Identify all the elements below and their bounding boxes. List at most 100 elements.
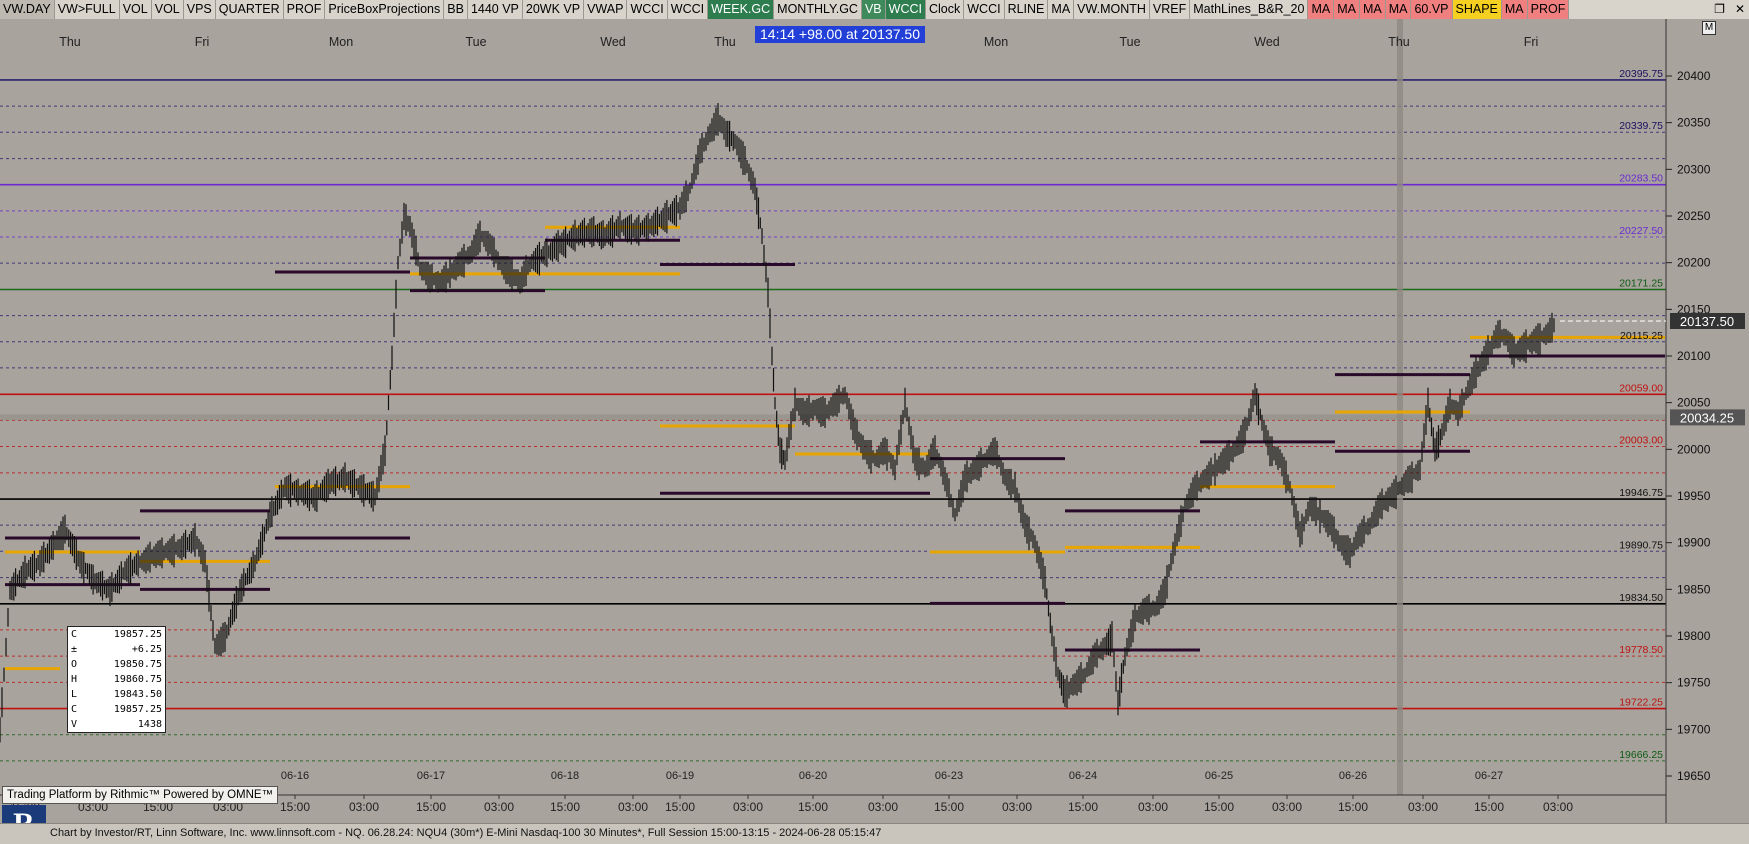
toolbar-item[interactable]: VREF (1150, 0, 1191, 19)
toolbar-item[interactable]: VOL (120, 0, 152, 19)
date-label: 06-20 (799, 770, 827, 782)
date-label: 06-25 (1205, 770, 1233, 782)
indicator-toolbar: VW.DAY VW>FULL VOL VOL VPS QUARTER PROF PriceBo… (0, 0, 1749, 20)
date-label: 06-18 (551, 770, 579, 782)
last-change-label: 14:14 +98.00 at 20137.50 (755, 26, 925, 43)
y-tick-label: 20200 (1677, 256, 1711, 270)
ohlc-value: 19857.25 (113, 629, 162, 640)
ohlc-row: H 19860.75 (68, 672, 165, 687)
ohlc-row: V 1438 (68, 717, 165, 732)
level-label: 20395.75 (1619, 68, 1663, 80)
toolbar-item[interactable]: VPS (184, 0, 216, 19)
toolbar-item[interactable]: VW>FULL (55, 0, 120, 19)
day-label: Wed (1254, 35, 1280, 49)
time-label: 15:00 (798, 800, 828, 814)
ohlc-key: O (71, 659, 78, 670)
plot-background (0, 19, 1666, 823)
day-label: Fri (1524, 35, 1539, 49)
toolbar-item[interactable]: MA (1308, 0, 1335, 19)
ohlc-data-box: C 19857.25 ± +6.25 O 19850.75 H 19860.75 L 19843.… (67, 626, 166, 733)
ohlc-row: C 19857.25 (68, 702, 165, 717)
toolbar-item[interactable]: MONTHLY.GC (774, 0, 862, 19)
price-chart: 19650 19700 19750 19800 19850 19900 19950 20000… (0, 19, 1749, 823)
date-label: 06-27 (1475, 770, 1503, 782)
y-tick-label: 19750 (1677, 676, 1711, 690)
y-tick-label: 20350 (1677, 116, 1711, 130)
y-tick-label: 19850 (1677, 582, 1711, 596)
session-marker (1397, 19, 1403, 795)
time-label: 03:00 (349, 800, 379, 814)
toolbar-item[interactable]: PriceBoxProjections (325, 0, 445, 19)
toolbar-item[interactable]: QUARTER (216, 0, 284, 19)
close-icon[interactable]: ✕ (1735, 0, 1745, 19)
ohlc-row: O 19850.75 (68, 657, 165, 672)
time-label: 15:00 (1204, 800, 1234, 814)
toolbar-item[interactable]: VW.MONTH (1074, 0, 1150, 19)
toolbar-item[interactable]: MA (1048, 0, 1075, 19)
time-label: 15:00 (665, 800, 695, 814)
day-label: Wed (600, 35, 626, 49)
toolbar-item[interactable]: Clock (926, 0, 965, 19)
time-label: 15:00 (550, 800, 580, 814)
toolbar-item[interactable]: MA (1334, 0, 1360, 19)
ohlc-value: 19860.75 (113, 674, 162, 685)
date-label: 06-24 (1069, 770, 1097, 782)
day-label: Thu (59, 35, 81, 49)
toolbar-item[interactable]: MathLines_B&R_20 (1190, 0, 1309, 19)
toolbar-item[interactable]: VW.DAY (0, 0, 55, 19)
level-label: 19778.50 (1619, 644, 1663, 656)
toolbar-item[interactable]: WCCI (627, 0, 668, 19)
toolbar-item[interactable]: 20WK VP (523, 0, 585, 19)
day-label: Fri (195, 35, 210, 49)
toolbar-item[interactable]: MA (1501, 0, 1528, 19)
toolbar-item[interactable]: VWAP (584, 0, 628, 19)
toolbar-item[interactable]: WEEK.GC (708, 0, 775, 19)
time-label: 03:00 (1272, 800, 1302, 814)
ohlc-value: 19843.50 (113, 689, 162, 700)
m-badge[interactable]: M (1702, 21, 1716, 35)
time-label: 03:00 (1138, 800, 1168, 814)
ohlc-key: L (71, 689, 78, 700)
toolbar-item[interactable]: SHAPE (1452, 0, 1502, 19)
y-tick-label: 19700 (1677, 722, 1711, 736)
time-label: 03:00 (733, 800, 763, 814)
y-tick-label: 19800 (1677, 629, 1711, 643)
ohlc-key: H (71, 674, 78, 685)
day-label: Tue (1119, 35, 1140, 49)
restore-icon[interactable]: ❐ (1714, 0, 1725, 19)
ohlc-key: ± (71, 644, 78, 655)
level-label: 20283.50 (1619, 173, 1663, 185)
time-label: 03:00 (618, 800, 648, 814)
ohlc-value: 1438 (137, 719, 162, 730)
toolbar-item[interactable]: WCCI (885, 0, 926, 19)
y-tick-label: 20250 (1677, 209, 1711, 223)
day-label: Thu (714, 35, 736, 49)
toolbar-item[interactable]: RLINE (1005, 0, 1049, 19)
toolbar-item[interactable]: MA (1359, 0, 1386, 19)
toolbar-item[interactable]: VB (861, 0, 886, 19)
time-label: 03:00 (1002, 800, 1032, 814)
level-label: 19666.25 (1619, 749, 1663, 761)
toolbar-item[interactable]: PROF (1527, 0, 1570, 19)
time-label: 03:00 (1543, 800, 1573, 814)
time-label: 03:00 (868, 800, 898, 814)
toolbar-item[interactable]: 60.VP (1411, 0, 1453, 19)
level-label: 20003.00 (1619, 435, 1663, 447)
y-tick-label: 20300 (1677, 162, 1711, 176)
window-controls: ❐ ✕ (1708, 0, 1745, 19)
toolbar-item[interactable]: WCCI (668, 0, 709, 19)
y-tick-label: 20050 (1677, 396, 1711, 410)
ohlc-key: C (71, 704, 78, 715)
toolbar-item[interactable]: PROF (284, 0, 326, 19)
toolbar-item[interactable]: 1440 VP (468, 0, 523, 19)
toolbar-item[interactable]: WCCI (964, 0, 1005, 19)
level-label: 20227.50 (1619, 225, 1663, 237)
level-label: 19890.75 (1619, 539, 1663, 551)
day-label: Mon (329, 35, 353, 49)
toolbar-item[interactable]: VOL (152, 0, 184, 19)
day-label: Thu (1388, 35, 1410, 49)
ohlc-row: C 19857.25 (68, 627, 165, 642)
toolbar-item[interactable]: MA (1385, 0, 1412, 19)
toolbar-item[interactable]: BB (444, 0, 468, 19)
date-label: 06-23 (935, 770, 963, 782)
